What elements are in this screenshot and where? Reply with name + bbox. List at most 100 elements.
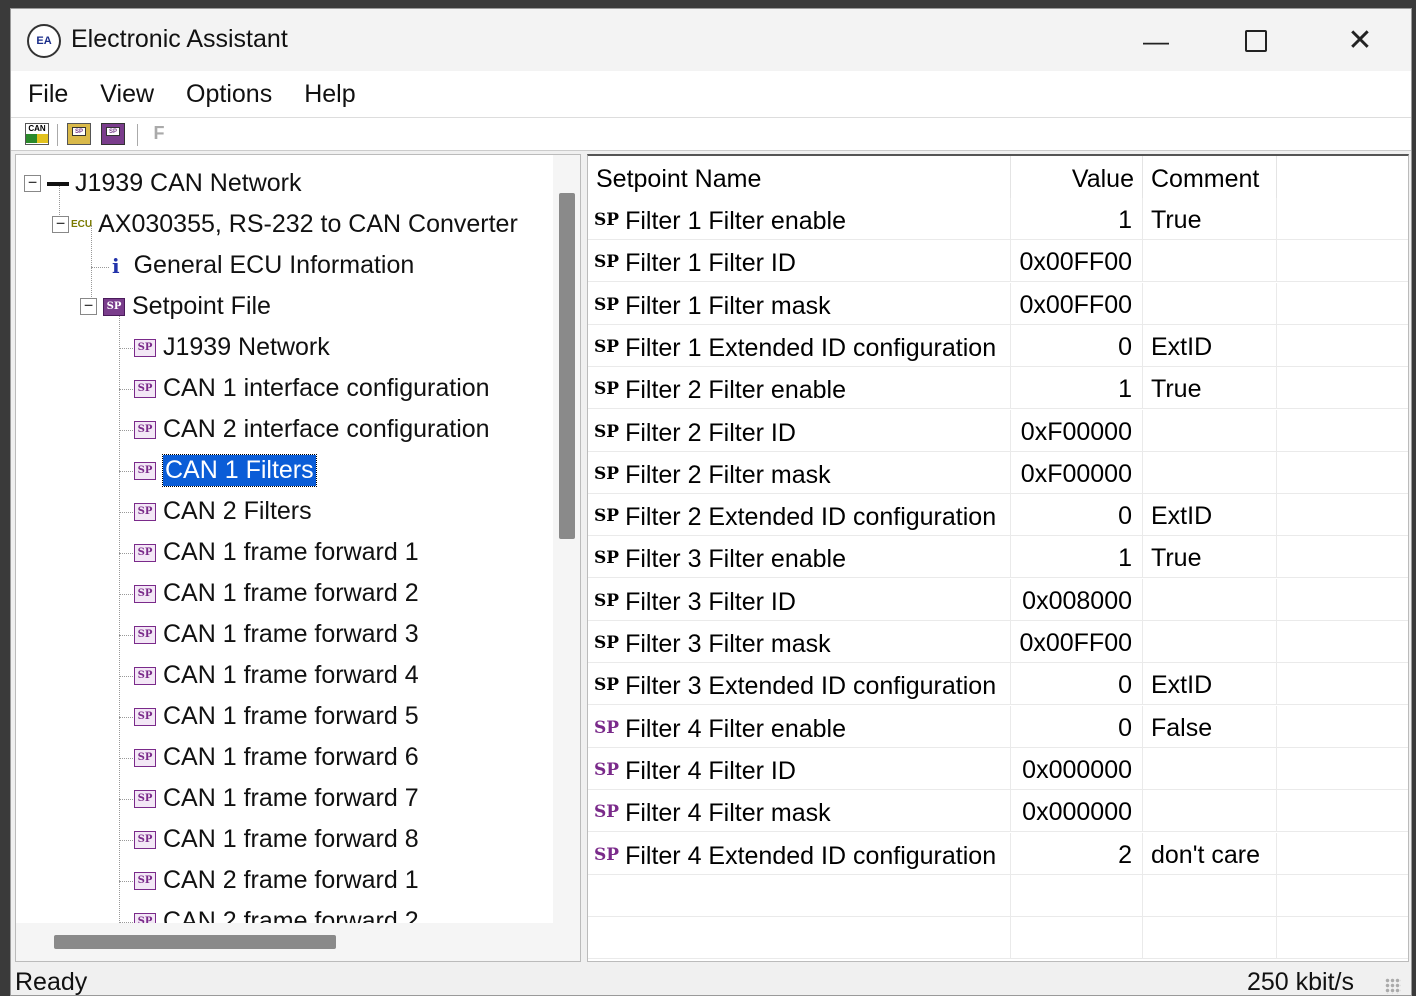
table-row[interactable]: SP Filter 2 Filter ID 0xF00000: [588, 409, 1408, 452]
menu-help[interactable]: Help: [293, 80, 366, 109]
menu-options[interactable]: Options: [175, 80, 283, 109]
setpoint-value-cell: 0xF00000: [1011, 409, 1143, 452]
setpoint-comment-cell: [1143, 240, 1277, 283]
tree-item-setpoint-group[interactable]: SP CAN 1 frame forward 8: [134, 819, 419, 860]
can-icon: CAN: [28, 124, 46, 133]
tree-view[interactable]: − J1939 CAN Network − ECU AX030355, RS-2…: [15, 154, 581, 962]
collapse-icon[interactable]: −: [52, 216, 69, 233]
setpoint-value-cell: 0x00FF00: [1011, 240, 1143, 283]
minimize-button[interactable]: —: [1121, 19, 1191, 63]
table-row[interactable]: SP Filter 2 Filter enable 1 True: [588, 367, 1408, 410]
can-connect-button[interactable]: CAN: [25, 123, 49, 145]
menu-file[interactable]: File: [17, 80, 79, 109]
tree-item-label: CAN 1 frame forward 4: [163, 661, 419, 689]
tree-item-ecu[interactable]: − ECU AX030355, RS-232 to CAN Converter: [52, 204, 518, 245]
table-row[interactable]: SP Filter 1 Filter enable 1 True: [588, 198, 1408, 240]
setpoint-comment-cell: False: [1143, 705, 1277, 748]
tree-item-general-info[interactable]: i General ECU Information: [112, 245, 414, 286]
setpoint-comment-cell: [1143, 621, 1277, 663]
menu-view[interactable]: View: [89, 80, 165, 109]
tree-connector: [119, 758, 133, 759]
column-header-name[interactable]: Setpoint Name: [588, 156, 1011, 198]
setpoint-name: Filter 1 Filter ID: [625, 249, 796, 278]
empty-cell: [1277, 621, 1408, 663]
title-bar[interactable]: EA Electronic Assistant — ✕: [11, 9, 1411, 71]
tree-connector: [91, 267, 109, 268]
save-setpoint-button[interactable]: SP: [101, 123, 125, 145]
table-row[interactable]: SP Filter 1 Filter mask 0x00FF00: [588, 282, 1408, 325]
can-status-icon: [26, 134, 48, 143]
tree-horizontal-scroll-thumb[interactable]: [54, 935, 336, 949]
tree-item-label: General ECU Information: [133, 251, 415, 279]
tree-item-label: CAN 2 Filters: [163, 497, 312, 525]
empty-cell: [1277, 367, 1408, 409]
setpoint-value-cell: 0x00FF00: [1011, 621, 1143, 663]
table-row[interactable]: SP Filter 1 Extended ID configuration 0 Ext…: [588, 324, 1408, 367]
column-header-value[interactable]: Value: [1011, 156, 1143, 198]
table-row[interactable]: SP Filter 3 Extended ID configuration 0 Ext…: [588, 663, 1408, 706]
resize-grip-icon[interactable]: [1385, 978, 1401, 994]
table-row[interactable]: SP Filter 4 Filter enable 0 False: [588, 705, 1408, 748]
setpoint-icon: SP: [134, 461, 156, 480]
setpoint-icon: SP: [594, 336, 620, 357]
table-row[interactable]: SP Filter 3 Filter enable 1 True: [588, 536, 1408, 579]
tree-item-label: AX030355, RS-232 to CAN Converter: [98, 210, 518, 238]
table-row[interactable]: SP Filter 4 Filter ID 0x000000: [588, 747, 1408, 790]
table-row[interactable]: SP Filter 2 Filter mask 0xF00000: [588, 451, 1408, 494]
setpoint-icon: SP: [134, 502, 156, 521]
setpoint-name: Filter 2 Filter mask: [625, 460, 831, 489]
setpoint-icon: SP: [594, 294, 620, 315]
setpoint-icon: SP: [134, 871, 156, 890]
setpoint-name-cell: SP Filter 1 Filter ID: [588, 240, 1011, 283]
setpoint-icon: SP: [594, 210, 620, 230]
close-button[interactable]: ✕: [1325, 19, 1395, 63]
setpoint-name-cell: SP Filter 2 Filter ID: [588, 409, 1011, 452]
tree-item-setpoint-group[interactable]: SP CAN 1 frame forward 7: [134, 778, 419, 819]
setpoint-name: Filter 2 Extended ID configuration: [625, 503, 997, 532]
tree-item-setpoint-group[interactable]: SP CAN 2 interface configuration: [134, 409, 490, 450]
info-icon: i: [112, 253, 120, 278]
tree-item-setpoint-group[interactable]: SP CAN 2 frame forward 1: [134, 860, 419, 901]
table-row[interactable]: SP Filter 4 Filter mask 0x000000: [588, 790, 1408, 833]
tree-item-setpoint-group[interactable]: SP CAN 1 interface configuration: [134, 368, 490, 409]
setpoint-comment-cell: [1143, 409, 1277, 452]
tree-item-setpoint-group[interactable]: SP CAN 1 frame forward 4: [134, 655, 419, 696]
tree-item-label: CAN 1 frame forward 2: [163, 579, 419, 607]
table-row[interactable]: SP Filter 1 Filter ID 0x00FF00: [588, 240, 1408, 283]
tree-item-setpoint-group[interactable]: SP CAN 1 frame forward 6: [134, 737, 419, 778]
collapse-icon[interactable]: −: [80, 298, 97, 315]
empty-cell: [1277, 833, 1408, 875]
empty-cell: [1277, 790, 1408, 832]
tree-item-label: CAN 1 frame forward 6: [163, 743, 419, 771]
ecu-icon: ECU: [71, 219, 93, 230]
table-row[interactable]: SP Filter 3 Filter mask 0x00FF00: [588, 621, 1408, 663]
tree-item-setpoint-group[interactable]: SP CAN 1 frame forward 1: [134, 532, 419, 573]
setpoint-comment-cell: [1143, 747, 1277, 790]
empty-cell: [1277, 917, 1408, 959]
flash-button[interactable]: F: [149, 123, 169, 145]
tree-item-setpoint-group[interactable]: SP CAN 2 Filters: [134, 491, 312, 532]
setpoint-value-cell: 2: [1011, 832, 1143, 875]
open-setpoint-button[interactable]: SP: [67, 123, 91, 145]
tree-item-setpoint-group[interactable]: SP CAN 1 frame forward 2: [134, 573, 419, 614]
setpoint-icon: SP: [594, 463, 620, 484]
tree-item-setpoint-file[interactable]: − SP Setpoint File: [80, 286, 271, 327]
tree-connector: [119, 840, 133, 841]
collapse-icon[interactable]: −: [24, 175, 41, 192]
tree-vertical-scrollbar[interactable]: [553, 155, 580, 923]
tree-item-setpoint-group[interactable]: SP CAN 1 frame forward 3: [134, 614, 419, 655]
setpoint-name-cell: SP Filter 2 Filter mask: [588, 451, 1011, 494]
table-row[interactable]: SP Filter 2 Extended ID configuration 0 Ext…: [588, 494, 1408, 537]
tree-connector: [119, 676, 133, 677]
tree-vertical-scroll-thumb[interactable]: [559, 193, 575, 539]
tree-item-setpoint-group[interactable]: SP J1939 Network: [134, 327, 330, 368]
column-header-comment[interactable]: Comment: [1143, 156, 1277, 198]
maximize-button[interactable]: [1221, 19, 1291, 63]
tree-item-setpoint-group[interactable]: SP CAN 1 Filters: [134, 450, 317, 491]
tree-item-root[interactable]: − J1939 CAN Network: [24, 163, 301, 204]
tree-horizontal-scrollbar[interactable]: [16, 923, 553, 961]
setpoint-value-cell: 0: [1011, 705, 1143, 748]
table-row[interactable]: SP Filter 4 Extended ID configuration 2 don…: [588, 832, 1408, 875]
tree-item-setpoint-group[interactable]: SP CAN 1 frame forward 5: [134, 696, 419, 737]
table-row[interactable]: SP Filter 3 Filter ID 0x008000: [588, 578, 1408, 621]
